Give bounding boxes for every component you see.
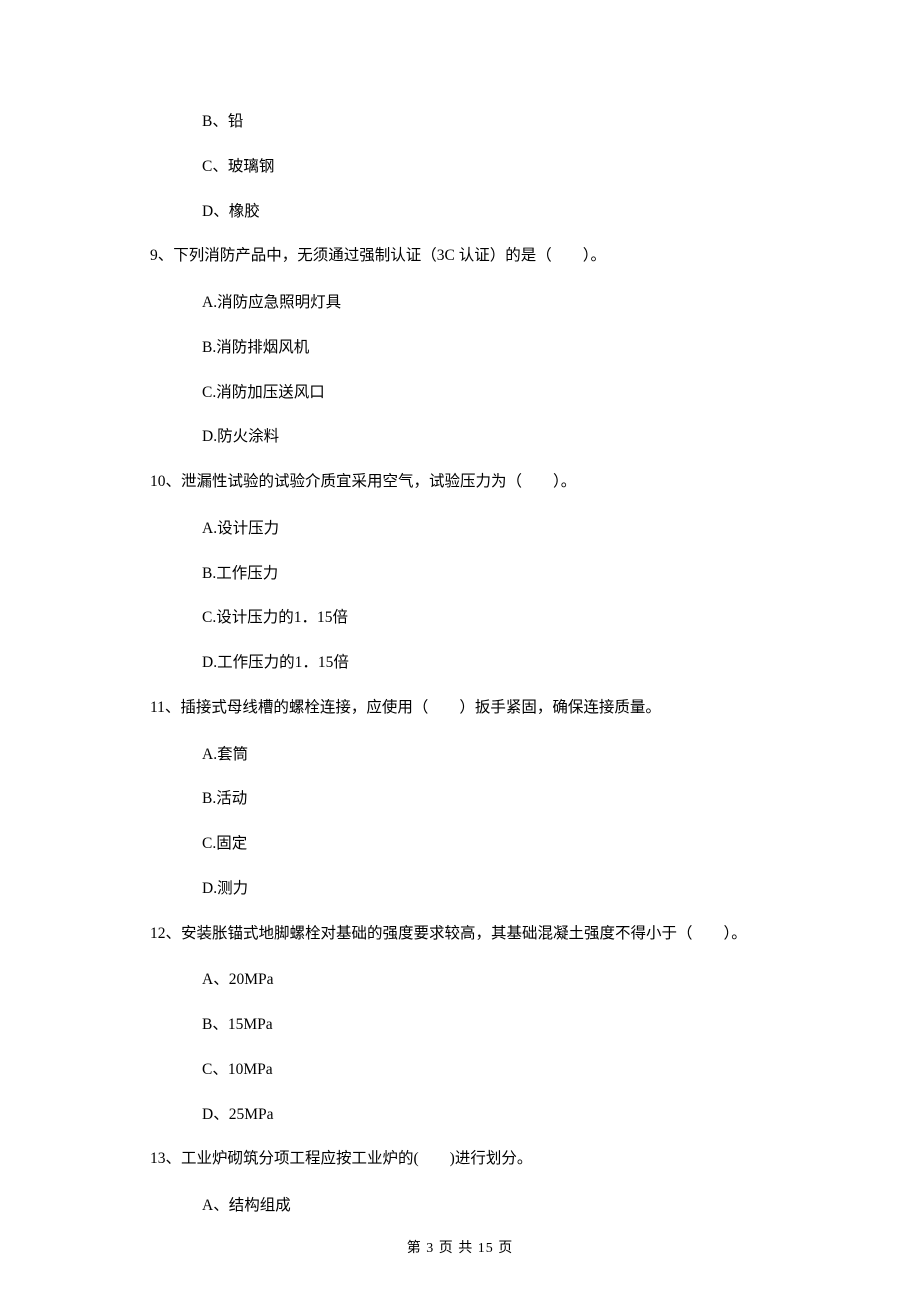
question-13-option-a: A、结构组成 (150, 1194, 810, 1217)
prev-question-option-b: B、铅 (150, 110, 810, 133)
question-11-option-d: D.测力 (150, 877, 810, 900)
question-10-option-d: D.工作压力的1．15倍 (150, 651, 810, 674)
question-9-option-d: D.防火涂料 (150, 425, 810, 448)
question-9-text: 9、下列消防产品中，无须通过强制认证（3C 认证）的是（ ）。 (150, 244, 810, 269)
page-footer: 第 3 页 共 15 页 (0, 1237, 920, 1257)
question-12-option-b: B、15MPa (150, 1013, 810, 1036)
question-10-text: 10、泄漏性试验的试验介质宜采用空气，试验压力为（ ）。 (150, 470, 810, 495)
question-9-option-b: B.消防排烟风机 (150, 336, 810, 359)
question-10-option-b: B.工作压力 (150, 562, 810, 585)
question-11-option-a: A.套筒 (150, 743, 810, 766)
prev-question-option-c: C、玻璃钢 (150, 155, 810, 178)
question-11-text: 11、插接式母线槽的螺栓连接，应使用（ ）扳手紧固，确保连接质量。 (150, 696, 810, 721)
question-12-text: 12、安装胀锚式地脚螺栓对基础的强度要求较高，其基础混凝土强度不得小于（ ）。 (150, 922, 810, 947)
question-10-option-a: A.设计压力 (150, 517, 810, 540)
question-12-option-d: D、25MPa (150, 1103, 810, 1126)
question-12-option-c: C、10MPa (150, 1058, 810, 1081)
exam-page: B、铅 C、玻璃钢 D、橡胶 9、下列消防产品中，无须通过强制认证（3C 认证）… (0, 0, 920, 1302)
question-12-option-a: A、20MPa (150, 968, 810, 991)
question-13-text: 13、工业炉砌筑分项工程应按工业炉的( )进行划分。 (150, 1147, 810, 1172)
prev-question-option-d: D、橡胶 (150, 200, 810, 223)
question-9-option-a: A.消防应急照明灯具 (150, 291, 810, 314)
question-11-option-b: B.活动 (150, 787, 810, 810)
question-9-option-c: C.消防加压送风口 (150, 381, 810, 404)
question-10-option-c: C.设计压力的1．15倍 (150, 606, 810, 629)
question-11-option-c: C.固定 (150, 832, 810, 855)
